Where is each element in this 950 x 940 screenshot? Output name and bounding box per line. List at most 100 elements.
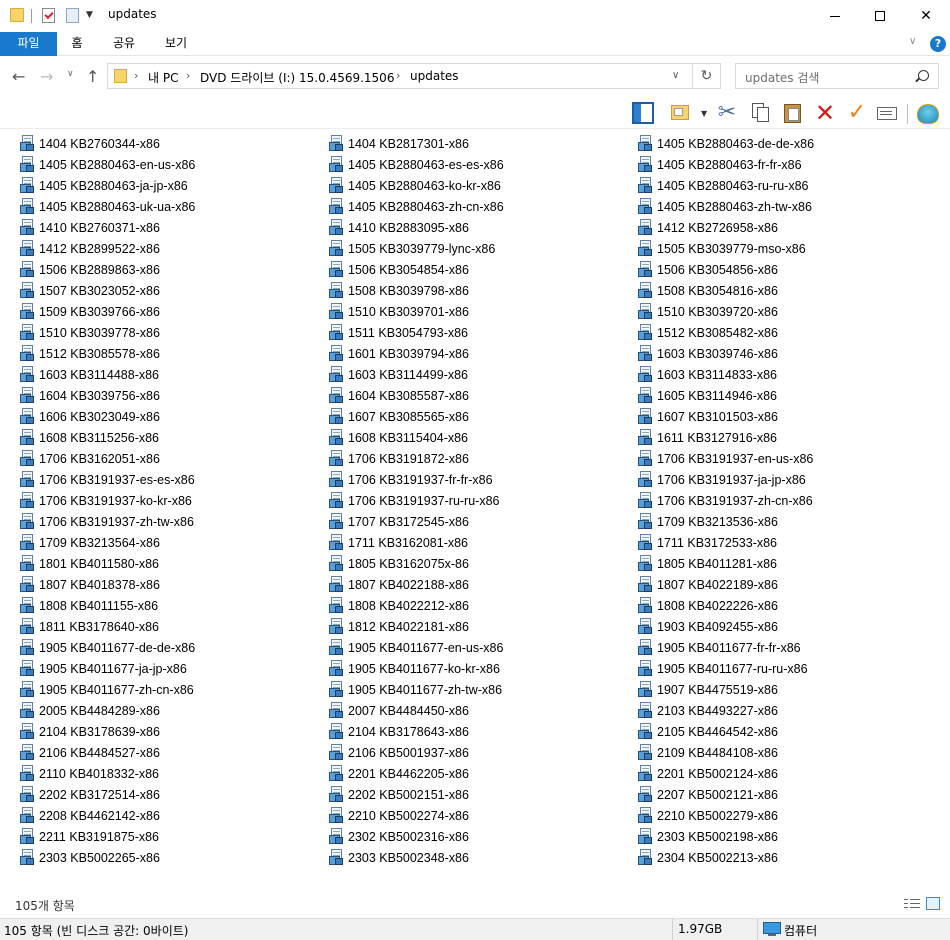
- tab-view[interactable]: 보기: [156, 32, 196, 56]
- tab-file[interactable]: 파일: [0, 32, 57, 56]
- file-item[interactable]: 1805 KB4011281-x86: [638, 553, 938, 574]
- address-bar[interactable]: › 내 PC › DVD 드라이브 (I:) 15.0.4569.1506 › …: [107, 63, 693, 89]
- file-item[interactable]: 2210 KB5002274-x86: [329, 805, 629, 826]
- maximize-button[interactable]: [857, 0, 903, 32]
- breadcrumb-separator[interactable]: ›: [396, 69, 400, 82]
- file-item[interactable]: 1510 KB3039701-x86: [329, 301, 629, 322]
- file-item[interactable]: 2105 KB4464542-x86: [638, 721, 938, 742]
- tab-share[interactable]: 공유: [104, 32, 144, 56]
- search-input[interactable]: updates 검색: [735, 63, 939, 89]
- file-item[interactable]: 1510 KB3039778-x86: [20, 322, 320, 343]
- file-item[interactable]: 2104 KB3178639-x86: [20, 721, 320, 742]
- file-item[interactable]: 2202 KB5002151-x86: [329, 784, 629, 805]
- file-item[interactable]: 1907 KB4475519-x86: [638, 679, 938, 700]
- file-item[interactable]: 2210 KB5002279-x86: [638, 805, 938, 826]
- file-item[interactable]: 1905 KB4011677-zh-tw-x86: [329, 679, 629, 700]
- file-item[interactable]: 2104 KB3178643-x86: [329, 721, 629, 742]
- file-item[interactable]: 2303 KB5002348-x86: [329, 847, 629, 868]
- file-item[interactable]: 1507 KB3023052-x86: [20, 280, 320, 301]
- file-item[interactable]: 1905 KB4011677-en-us-x86: [329, 637, 629, 658]
- help-icon[interactable]: ?: [930, 36, 946, 52]
- file-item[interactable]: 1606 KB3023049-x86: [20, 406, 320, 427]
- file-item[interactable]: 1801 KB4011580-x86: [20, 553, 320, 574]
- file-item[interactable]: 2007 KB4484450-x86: [329, 700, 629, 721]
- file-item[interactable]: 2103 KB4493227-x86: [638, 700, 938, 721]
- file-item[interactable]: 1905 KB4011677-de-de-x86: [20, 637, 320, 658]
- file-item[interactable]: 2109 KB4484108-x86: [638, 742, 938, 763]
- delete-icon[interactable]: ✕: [814, 101, 836, 125]
- file-item[interactable]: 1509 KB3039766-x86: [20, 301, 320, 322]
- file-item[interactable]: 1608 KB3115404-x86: [329, 427, 629, 448]
- file-item[interactable]: 1410 KB2883095-x86: [329, 217, 629, 238]
- file-item[interactable]: 1512 KB3085482-x86: [638, 322, 938, 343]
- file-item[interactable]: 1508 KB3039798-x86: [329, 280, 629, 301]
- ribbon-expand-icon[interactable]: ∨: [909, 36, 916, 47]
- file-item[interactable]: 1604 KB3039756-x86: [20, 385, 320, 406]
- file-item[interactable]: 1508 KB3054816-x86: [638, 280, 938, 301]
- file-item[interactable]: 1805 KB3162075x-86: [329, 553, 629, 574]
- file-item[interactable]: 1905 KB4011677-fr-fr-x86: [638, 637, 938, 658]
- file-item[interactable]: 1709 KB3213536-x86: [638, 511, 938, 532]
- navigation-pane-icon[interactable]: [632, 102, 654, 124]
- file-item[interactable]: 2201 KB5002124-x86: [638, 763, 938, 784]
- copy-icon[interactable]: [750, 102, 772, 124]
- address-history-chevron-icon[interactable]: ∨: [672, 70, 679, 81]
- minimize-button[interactable]: [812, 0, 858, 32]
- file-item[interactable]: 1404 KB2760344-x86: [20, 133, 320, 154]
- breadcrumb-updates[interactable]: updates: [410, 69, 459, 83]
- file-item[interactable]: 1405 KB2880463-en-us-x86: [20, 154, 320, 175]
- breadcrumb-dvd-drive[interactable]: DVD 드라이브 (I:) 15.0.4569.1506: [200, 69, 394, 86]
- file-item[interactable]: 1405 KB2880463-de-de-x86: [638, 133, 938, 154]
- properties-icon[interactable]: [42, 8, 55, 23]
- file-item[interactable]: 1905 KB4011677-ko-kr-x86: [329, 658, 629, 679]
- file-item[interactable]: 1808 KB4022226-x86: [638, 595, 938, 616]
- file-item[interactable]: 1903 KB4092455-x86: [638, 616, 938, 637]
- file-item[interactable]: 1603 KB3114499-x86: [329, 364, 629, 385]
- forward-arrow-icon[interactable]: →: [40, 67, 53, 86]
- file-item[interactable]: 2304 KB5002213-x86: [638, 847, 938, 868]
- file-item[interactable]: 1604 KB3085587-x86: [329, 385, 629, 406]
- file-item[interactable]: 1405 KB2880463-fr-fr-x86: [638, 154, 938, 175]
- file-item[interactable]: 1512 KB3085578-x86: [20, 343, 320, 364]
- file-item[interactable]: 1505 KB3039779-lync-x86: [329, 238, 629, 259]
- file-item[interactable]: 1807 KB4022188-x86: [329, 574, 629, 595]
- file-item[interactable]: 1706 KB3191937-fr-fr-x86: [329, 469, 629, 490]
- file-item[interactable]: 1807 KB4022189-x86: [638, 574, 938, 595]
- file-item[interactable]: 1808 KB4022212-x86: [329, 595, 629, 616]
- file-item[interactable]: 1706 KB3191937-ko-kr-x86: [20, 490, 320, 511]
- file-item[interactable]: 1611 KB3127916-x86: [638, 427, 938, 448]
- file-item[interactable]: 1711 KB3162081-x86: [329, 532, 629, 553]
- file-item[interactable]: 1506 KB2889863-x86: [20, 259, 320, 280]
- file-item[interactable]: 1412 KB2726958-x86: [638, 217, 938, 238]
- file-item[interactable]: 2106 KB5001937-x86: [329, 742, 629, 763]
- file-item[interactable]: 1601 KB3039794-x86: [329, 343, 629, 364]
- copy-to-folder-icon[interactable]: [670, 102, 692, 124]
- new-folder-icon[interactable]: [66, 8, 79, 23]
- file-item[interactable]: 1706 KB3191937-zh-tw-x86: [20, 511, 320, 532]
- file-item[interactable]: 1603 KB3114488-x86: [20, 364, 320, 385]
- file-item[interactable]: 1905 KB4011677-ru-ru-x86: [638, 658, 938, 679]
- file-item[interactable]: 1506 KB3054856-x86: [638, 259, 938, 280]
- file-item[interactable]: 1709 KB3213564-x86: [20, 532, 320, 553]
- refresh-button[interactable]: ↻: [693, 63, 721, 89]
- file-item[interactable]: 1405 KB2880463-ru-ru-x86: [638, 175, 938, 196]
- paste-icon[interactable]: [782, 102, 804, 124]
- up-arrow-icon[interactable]: ↑: [86, 67, 99, 86]
- file-item[interactable]: 1511 KB3054793-x86: [329, 322, 629, 343]
- copy-to-dropdown-icon[interactable]: ▼: [701, 109, 707, 118]
- file-item[interactable]: 1811 KB3178640-x86: [20, 616, 320, 637]
- file-item[interactable]: 2110 KB4018332-x86: [20, 763, 320, 784]
- file-item[interactable]: 1706 KB3191937-ru-ru-x86: [329, 490, 629, 511]
- file-item[interactable]: 2202 KB3172514-x86: [20, 784, 320, 805]
- file-item[interactable]: 1510 KB3039720-x86: [638, 301, 938, 322]
- back-arrow-icon[interactable]: ←: [12, 67, 25, 86]
- file-item[interactable]: 1506 KB3054854-x86: [329, 259, 629, 280]
- file-item[interactable]: 2005 KB4484289-x86: [20, 700, 320, 721]
- tab-home[interactable]: 홈: [57, 32, 97, 56]
- file-item[interactable]: 1706 KB3191937-zh-cn-x86: [638, 490, 938, 511]
- file-item[interactable]: 1808 KB4011155-x86: [20, 595, 320, 616]
- shell-icon[interactable]: [916, 102, 939, 124]
- file-item[interactable]: 1706 KB3191937-en-us-x86: [638, 448, 938, 469]
- file-item[interactable]: 2302 KB5002316-x86: [329, 826, 629, 847]
- file-item[interactable]: 1706 KB3162051-x86: [20, 448, 320, 469]
